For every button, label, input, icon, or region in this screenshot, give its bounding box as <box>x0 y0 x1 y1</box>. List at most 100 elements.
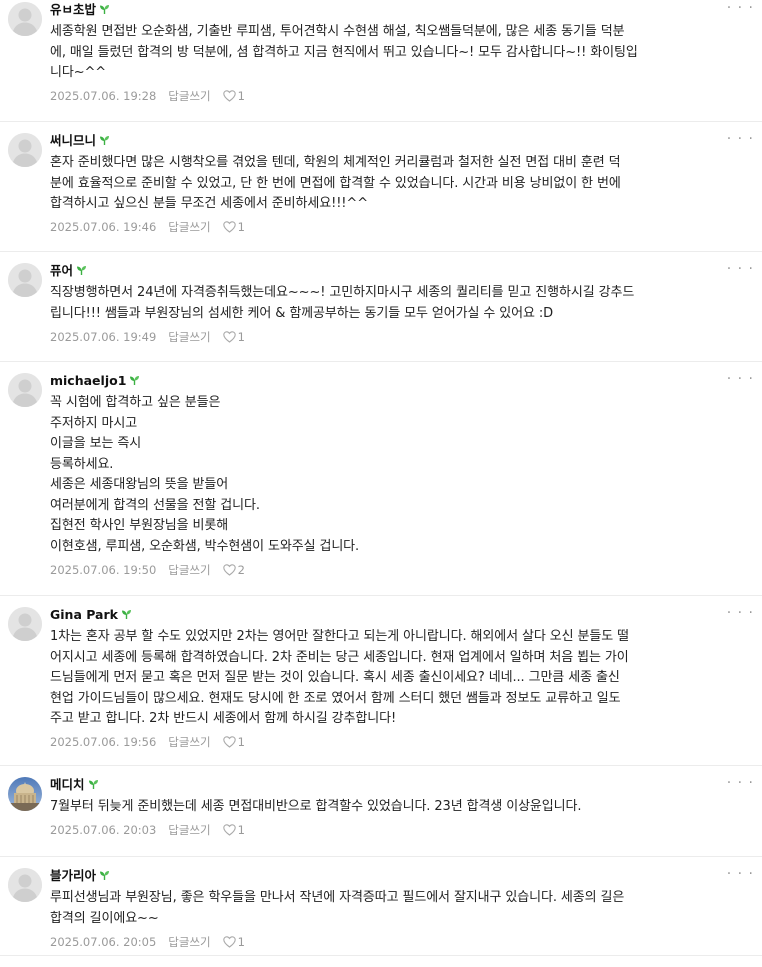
comment-text-line: 분에 효율적으로 준비할 수 있었고, 단 한 번에 면접에 합격할 수 있었습… <box>50 175 621 191</box>
comment-text-line: 여러분에게 합격의 선물을 전할 겁니다. <box>50 497 260 513</box>
more-options-button[interactable]: · · · <box>727 261 754 277</box>
like-button[interactable]: 1 <box>222 220 245 235</box>
comment-meta: 2025.07.06. 19:56 답글쓰기 1 <box>50 735 245 750</box>
nickname-text[interactable]: 퓨어 <box>50 263 73 278</box>
reply-button[interactable]: 답글쓰기 <box>168 823 210 837</box>
reply-button[interactable]: 답글쓰기 <box>168 563 210 577</box>
reply-button[interactable]: 답글쓰기 <box>168 735 210 749</box>
reply-button[interactable]: 답글쓰기 <box>168 935 210 949</box>
heart-outline-icon <box>222 823 236 837</box>
comment-body: 루피선생님과 부원장님, 좋은 학우들을 만나서 작년에 자격증따고 필드에서 … <box>50 888 744 929</box>
avatar[interactable] <box>8 777 42 811</box>
comment-item: 유ㅂ초밥 · · · 세종학원 면접반 오순화샘, 기출반 루피샘, 투어견학시 수… <box>0 0 762 122</box>
like-count: 2 <box>237 562 245 577</box>
heart-outline-icon <box>222 563 236 577</box>
comment-meta: 2025.07.06. 20:05 답글쓰기 1 <box>50 934 245 949</box>
reply-button[interactable]: 답글쓰기 <box>168 220 210 234</box>
comment-text-line: 현업 가이드님들이 많으세요. 현재도 당시에 한 조로 였어서 함께 스터디 … <box>50 690 621 706</box>
more-options-button[interactable]: · · · <box>727 775 754 791</box>
comment-list: 유ㅂ초밥 · · · 세종학원 면접반 오순화샘, 기출반 루피샘, 투어견학시 수… <box>0 0 762 967</box>
nickname-text[interactable]: 메디치 <box>50 777 85 792</box>
comment-text-line: 집현전 학사인 부원장님을 비롯해 <box>50 518 229 533</box>
like-count: 1 <box>237 220 245 235</box>
comment-text-line: 세종학원 면접반 오순화샘, 기출반 루피샘, 투어견학시 수현샘 해설, 칙오… <box>50 24 625 39</box>
like-count: 1 <box>237 934 245 949</box>
heart-outline-icon <box>222 89 236 103</box>
comment-text-line: 1차는 혼자 공부 할 수도 있었지만 2차는 영어만 잘한다고 되는게 아니랍… <box>50 629 629 644</box>
comment-meta: 2025.07.06. 19:49 답글쓰기 1 <box>50 329 245 344</box>
comment-item: michaeljo1 · · · 꼭 시험에 합격하고 싶은 분들은 주저하지 마시고… <box>0 371 762 596</box>
comment-text-line: 합격의 길이에요~~ <box>50 910 159 926</box>
comment-meta: 2025.07.06. 19:46 답글쓰기 1 <box>50 220 245 235</box>
avatar[interactable] <box>8 263 42 297</box>
nickname[interactable]: 메디치 <box>50 777 99 794</box>
sprout-icon <box>129 374 140 390</box>
comment-body: 1차는 혼자 공부 할 수도 있었지만 2차는 영어만 잘한다고 되는게 아니랍… <box>50 627 744 730</box>
like-count: 1 <box>237 823 245 838</box>
sprout-icon <box>99 869 110 885</box>
nickname-text[interactable]: michaeljo1 <box>50 373 126 388</box>
comment-body: 꼭 시험에 합격하고 싶은 분들은 주저하지 마시고 이글을 보는 즉시 등록하세요.… <box>50 393 744 557</box>
like-button[interactable]: 1 <box>222 329 245 344</box>
more-options-button[interactable]: · · · <box>727 605 754 621</box>
nickname[interactable]: 써니므니 <box>50 133 110 150</box>
like-button[interactable]: 1 <box>222 735 245 750</box>
comment-text-line: 립니다!!! 쌤들과 부원장님의 섬세한 케어 & 함께공부하는 동기들 모두 … <box>50 305 554 321</box>
reply-button[interactable]: 답글쓰기 <box>168 89 210 103</box>
comment-meta: 2025.07.06. 19:28 답글쓰기 1 <box>50 89 245 104</box>
comment-date: 2025.07.06. 19:46 <box>50 220 157 234</box>
avatar[interactable] <box>8 2 42 36</box>
more-options-button[interactable]: · · · <box>727 371 754 387</box>
sprout-icon <box>121 608 132 624</box>
heart-outline-icon <box>222 935 236 949</box>
more-options-button[interactable]: · · · <box>727 866 754 882</box>
avatar[interactable] <box>8 868 42 902</box>
nickname-text[interactable]: 써니므니 <box>50 133 96 148</box>
avatar[interactable] <box>8 607 42 641</box>
comment-text-line: 7월부터 뒤늦게 준비했는데 세종 면접대비반으로 합격할수 있었습니다. 23… <box>50 799 582 814</box>
nickname[interactable]: michaeljo1 <box>50 373 140 390</box>
like-button[interactable]: 2 <box>222 562 245 577</box>
comment-text-line: 이글을 보는 즉시 <box>50 436 142 451</box>
comment-text-line: 혼자 준비했다면 많은 시행착오를 겪었을 텐데, 학원의 체계적인 커리큘럼과… <box>50 155 621 170</box>
comment-text-line: 니다~^^ <box>50 65 107 80</box>
nickname-text[interactable]: Gina Park <box>50 607 118 622</box>
like-button[interactable]: 1 <box>222 823 245 838</box>
comment-date: 2025.07.06. 20:03 <box>50 823 157 837</box>
comment-item: 메디치 · · · 7월부터 뒤늦게 준비했는데 세종 면접대비반으로 합격할수 있… <box>0 775 762 857</box>
sprout-icon <box>76 264 87 280</box>
comment-body: 혼자 준비했다면 많은 시행착오를 겪었을 텐데, 학원의 체계적인 커리큘럼과… <box>50 153 744 215</box>
avatar[interactable] <box>8 373 42 407</box>
nickname-text[interactable]: 블가리아 <box>50 868 96 883</box>
comment-body: 세종학원 면접반 오순화샘, 기출반 루피샘, 투어견학시 수현샘 해설, 칙오… <box>50 22 744 84</box>
comment-text-line: 루피선생님과 부원장님, 좋은 학우들을 만나서 작년에 자격증따고 필드에서 … <box>50 890 625 905</box>
nickname[interactable]: 블가리아 <box>50 868 110 885</box>
comment-date: 2025.07.06. 20:05 <box>50 934 157 949</box>
like-count: 1 <box>237 735 245 750</box>
comment-text-line: 드님들에게 먼저 묻고 혹은 먼저 질문 받는 것이 있습니다. 혹시 세종 출… <box>50 670 620 685</box>
comment-date: 2025.07.06. 19:28 <box>50 89 157 103</box>
comment-date: 2025.07.06. 19:56 <box>50 735 157 749</box>
comment-text-line: 주고 받고 합니다. 2차 반드시 세종에서 함께 하시길 강추합니다! <box>50 711 397 726</box>
nickname[interactable]: 퓨어 <box>50 263 87 280</box>
comment-body: 직장병행하면서 24년에 자격증취득했는데요~~~! 고민하지마시구 세종의 퀄… <box>50 283 744 324</box>
sprout-icon <box>99 134 110 150</box>
like-button[interactable]: 1 <box>222 934 245 949</box>
heart-outline-icon <box>222 735 236 749</box>
avatar[interactable] <box>8 133 42 167</box>
comment-text-line: 이현호샘, 루피샘, 오순화샘, 박수현샘이 도와주실 겁니다. <box>50 538 360 554</box>
nickname[interactable]: 유ㅂ초밥 <box>50 2 110 19</box>
comment-text-line: 직장병행하면서 24년에 자격증취득했는데요~~~! 고민하지마시구 세종의 퀄… <box>50 285 635 300</box>
comment-date: 2025.07.06. 19:49 <box>50 329 157 344</box>
nickname-text[interactable]: 유ㅂ초밥 <box>50 2 96 17</box>
more-options-button[interactable]: · · · <box>727 131 754 147</box>
heart-outline-icon <box>222 220 236 234</box>
like-count: 1 <box>237 329 245 344</box>
more-options-button[interactable]: · · · <box>727 0 754 16</box>
like-button[interactable]: 1 <box>222 89 245 104</box>
comment-item: 퓨어 · · · 직장병행하면서 24년에 자격증취득했는데요~~~! 고민하지마시… <box>0 261 762 362</box>
like-count: 1 <box>237 89 245 104</box>
nickname[interactable]: Gina Park <box>50 607 132 624</box>
reply-button[interactable]: 답글쓰기 <box>168 330 210 344</box>
comment-item: Gina Park · · · 1차는 혼자 공부 할 수도 있었지만 2차는 영어… <box>0 605 762 766</box>
